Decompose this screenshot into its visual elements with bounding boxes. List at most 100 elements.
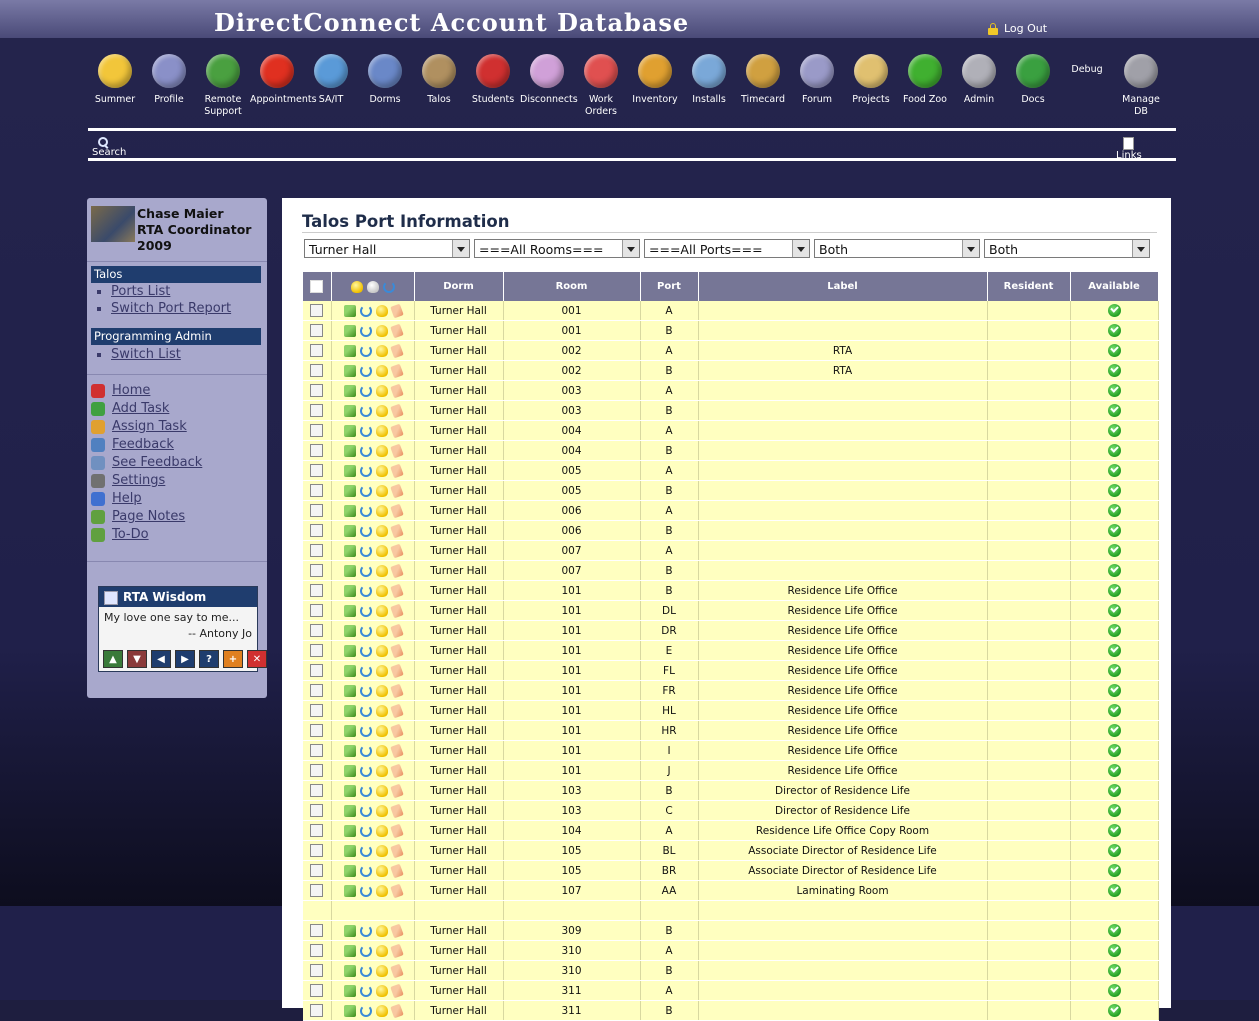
edit-icon[interactable] bbox=[343, 864, 356, 877]
lightbulb-icon[interactable] bbox=[375, 564, 388, 577]
refresh-icon[interactable] bbox=[359, 724, 372, 737]
lightbulb-icon[interactable] bbox=[375, 744, 388, 757]
eraser-icon[interactable] bbox=[389, 603, 404, 618]
refresh-icon[interactable] bbox=[359, 584, 372, 597]
row-checkbox[interactable] bbox=[310, 924, 324, 937]
row-checkbox[interactable] bbox=[310, 964, 324, 977]
eraser-icon[interactable] bbox=[389, 823, 404, 838]
lightbulb-icon[interactable] bbox=[375, 804, 388, 817]
eraser-icon[interactable] bbox=[389, 703, 404, 718]
refresh-icon[interactable] bbox=[359, 524, 372, 537]
refresh-icon[interactable] bbox=[359, 684, 372, 697]
edit-icon[interactable] bbox=[343, 664, 356, 677]
help-icon[interactable]: ? bbox=[199, 650, 219, 668]
sidebar-link-switch-list[interactable]: Switch List bbox=[97, 347, 181, 362]
refresh-icon[interactable] bbox=[359, 804, 372, 817]
row-checkbox[interactable] bbox=[310, 884, 324, 897]
edit-icon[interactable] bbox=[343, 984, 356, 997]
refresh-icon[interactable] bbox=[359, 964, 372, 977]
eraser-icon[interactable] bbox=[389, 323, 404, 338]
sidebar-menu-to-do[interactable]: To-Do bbox=[91, 527, 149, 542]
nav-item-summer[interactable]: Summer bbox=[88, 52, 142, 106]
eraser-icon[interactable] bbox=[389, 743, 404, 758]
lightbulb-icon[interactable] bbox=[375, 604, 388, 617]
row-checkbox[interactable] bbox=[310, 704, 324, 717]
row-checkbox[interactable] bbox=[310, 744, 324, 757]
row-checkbox[interactable] bbox=[310, 504, 324, 517]
eraser-icon[interactable] bbox=[389, 483, 404, 498]
lightbulb-icon[interactable] bbox=[375, 464, 388, 477]
nav-item-installs[interactable]: Installs bbox=[682, 52, 736, 106]
edit-icon[interactable] bbox=[343, 944, 356, 957]
edit-icon[interactable] bbox=[343, 404, 356, 417]
lightbulb-icon[interactable] bbox=[375, 404, 388, 417]
refresh-icon[interactable] bbox=[359, 344, 372, 357]
next-arrow-icon[interactable]: ▶ bbox=[175, 650, 195, 668]
row-checkbox[interactable] bbox=[310, 724, 324, 737]
edit-icon[interactable] bbox=[343, 584, 356, 597]
edit-icon[interactable] bbox=[343, 424, 356, 437]
sidebar-menu-home[interactable]: Home bbox=[91, 383, 150, 398]
lightbulb-icon[interactable] bbox=[375, 364, 388, 377]
edit-icon[interactable] bbox=[343, 624, 356, 637]
lightbulb-icon[interactable] bbox=[375, 684, 388, 697]
edit-icon[interactable] bbox=[343, 824, 356, 837]
nav-item-dorms[interactable]: Dorms bbox=[358, 52, 412, 106]
edit-icon[interactable] bbox=[343, 604, 356, 617]
sidebar-menu-page-notes[interactable]: Page Notes bbox=[91, 509, 185, 524]
edit-icon[interactable] bbox=[343, 444, 356, 457]
refresh-icon[interactable] bbox=[359, 564, 372, 577]
edit-icon[interactable] bbox=[343, 844, 356, 857]
filter-select-1[interactable]: Both bbox=[814, 239, 980, 258]
eraser-icon[interactable] bbox=[389, 683, 404, 698]
lightbulb-icon[interactable] bbox=[375, 724, 388, 737]
column-header-label[interactable]: Label bbox=[698, 272, 988, 301]
row-checkbox[interactable] bbox=[310, 524, 324, 537]
eraser-icon[interactable] bbox=[389, 803, 404, 818]
eraser-icon[interactable] bbox=[389, 963, 404, 978]
lightbulb-icon[interactable] bbox=[375, 944, 388, 957]
eraser-icon[interactable] bbox=[389, 503, 404, 518]
nav-item-talos[interactable]: Talos bbox=[412, 52, 466, 106]
lightbulb-icon[interactable] bbox=[375, 544, 388, 557]
row-checkbox[interactable] bbox=[310, 404, 324, 417]
sidebar-menu-feedback[interactable]: Feedback bbox=[91, 437, 174, 452]
nav-item-students[interactable]: Students bbox=[466, 52, 520, 106]
row-checkbox[interactable] bbox=[310, 544, 324, 557]
eraser-icon[interactable] bbox=[389, 843, 404, 858]
refresh-icon[interactable] bbox=[359, 784, 372, 797]
links-link[interactable]: Links bbox=[1116, 137, 1142, 159]
eraser-icon[interactable] bbox=[389, 943, 404, 958]
refresh-icon[interactable] bbox=[359, 984, 372, 997]
lightbulb-icon[interactable] bbox=[375, 764, 388, 777]
sidebar-menu-settings[interactable]: Settings bbox=[91, 473, 165, 488]
eraser-icon[interactable] bbox=[389, 523, 404, 538]
edit-icon[interactable] bbox=[343, 1004, 356, 1017]
refresh-icon[interactable] bbox=[359, 504, 372, 517]
edit-icon[interactable] bbox=[343, 764, 356, 777]
nav-item-debug[interactable]: Debug bbox=[1067, 64, 1107, 75]
row-checkbox[interactable] bbox=[310, 764, 324, 777]
row-checkbox[interactable] bbox=[310, 864, 324, 877]
prev-arrow-icon[interactable]: ◀ bbox=[151, 650, 171, 668]
eraser-icon[interactable] bbox=[389, 883, 404, 898]
refresh-icon[interactable] bbox=[359, 1004, 372, 1017]
edit-icon[interactable] bbox=[343, 964, 356, 977]
port-select[interactable]: ===All Ports=== bbox=[644, 239, 810, 258]
nav-item-remote-support[interactable]: Remote Support bbox=[196, 52, 250, 118]
lightbulb-icon[interactable] bbox=[375, 424, 388, 437]
row-checkbox[interactable] bbox=[310, 444, 324, 457]
lightbulb-icon[interactable] bbox=[375, 924, 388, 937]
edit-icon[interactable] bbox=[343, 684, 356, 697]
edit-icon[interactable] bbox=[343, 484, 356, 497]
lightbulb-icon[interactable] bbox=[375, 884, 388, 897]
lightbulb-icon[interactable] bbox=[375, 984, 388, 997]
search-link[interactable]: Search bbox=[92, 137, 126, 159]
trash-icon[interactable]: ✕ bbox=[247, 650, 267, 668]
edit-icon[interactable] bbox=[343, 384, 356, 397]
nav-item-docs[interactable]: Docs bbox=[1006, 52, 1060, 106]
eraser-icon[interactable] bbox=[389, 443, 404, 458]
lightbulb-icon[interactable] bbox=[375, 304, 388, 317]
edit-icon[interactable] bbox=[343, 544, 356, 557]
lightbulb-off-icon[interactable] bbox=[366, 280, 379, 293]
